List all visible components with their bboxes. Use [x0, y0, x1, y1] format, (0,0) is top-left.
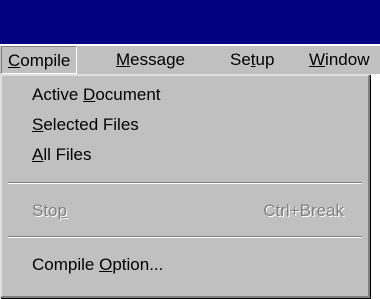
- menu-item-all-files[interactable]: All Files: [32, 140, 344, 170]
- selected-files-accel: S: [32, 115, 44, 134]
- menu-item-selected-files[interactable]: Selected Files: [32, 110, 344, 140]
- all-files-accel: A: [32, 145, 44, 164]
- menu-setup-pre: Se: [230, 50, 251, 69]
- menu-setup[interactable]: Setup: [224, 46, 280, 74]
- menu-window-accel: W: [309, 50, 326, 69]
- active-document-accel: D: [83, 85, 96, 104]
- menu-message-accel: M: [116, 50, 131, 69]
- stop-shortcut: Ctrl+Break: [263, 201, 344, 220]
- menu-compile-label: ompile: [20, 51, 71, 70]
- compile-option-label: ption...: [112, 255, 164, 274]
- compile-option-pre: Compile: [32, 255, 100, 274]
- menu-compile-accel: C: [8, 51, 21, 70]
- menu-setup-label: up: [255, 50, 275, 69]
- menu-item-stop: Stop Ctrl+Break: [32, 196, 344, 226]
- title-bar: [0, 0, 380, 44]
- active-document-label: ocument: [95, 85, 161, 104]
- menu-window-label: indow: [325, 50, 370, 69]
- menu-message-label: essage: [130, 50, 185, 69]
- active-document-pre: Active: [32, 85, 84, 104]
- menu-message[interactable]: Message: [110, 46, 191, 74]
- menu-separator: [8, 236, 362, 238]
- stop-accel: p: [57, 201, 67, 220]
- menu-compile[interactable]: Compile: [1, 46, 78, 74]
- menu-bar: Compile Message Setup Window: [0, 44, 380, 74]
- menu-window[interactable]: Window: [303, 46, 375, 74]
- compile-option-accel: O: [99, 255, 113, 274]
- menu-item-compile-option[interactable]: Compile Option...: [32, 250, 344, 280]
- selected-files-label: elected Files: [43, 115, 139, 134]
- menu-separator: [8, 182, 362, 184]
- compile-dropdown-menu: Active Document Selected Files All Files…: [0, 74, 370, 298]
- stop-pre: Sto: [32, 201, 58, 220]
- menu-item-active-document[interactable]: Active Document: [32, 80, 344, 110]
- all-files-label: ll Files: [43, 145, 92, 164]
